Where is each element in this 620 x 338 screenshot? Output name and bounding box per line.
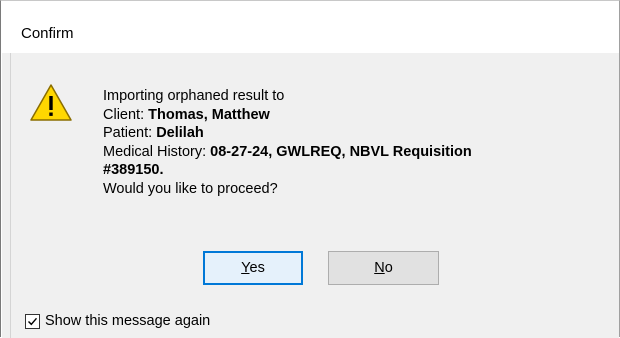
window-title: Confirm	[21, 25, 74, 42]
client-value: Thomas, Matthew	[148, 106, 270, 123]
message-line-history: Medical History: 08-27-24, GWLREQ, NBVL …	[103, 143, 603, 162]
no-button[interactable]: No	[328, 251, 439, 285]
no-button-label: No	[374, 260, 393, 276]
show-again-checkbox[interactable]	[25, 313, 40, 329]
no-mnemonic: N	[374, 260, 385, 276]
title-bar[interactable]: Confirm	[1, 1, 619, 53]
message-line-client: Client: Thomas, Matthew	[103, 106, 603, 125]
yes-button[interactable]: Yes	[203, 251, 303, 285]
yes-button-label: Yes	[241, 260, 265, 276]
message-text: Importing orphaned result to Client: Tho…	[103, 87, 603, 198]
history-label: Medical History:	[103, 143, 211, 160]
left-frame-edge	[2, 53, 11, 338]
dialog-content: Importing orphaned result to Client: Tho…	[11, 53, 619, 338]
show-again-row[interactable]: Show this message again	[25, 311, 210, 331]
history-value-cont: #389150.	[103, 162, 164, 178]
yes-label-rest: es	[249, 260, 265, 276]
checkmark-icon	[28, 317, 38, 325]
message-line-patient: Patient: Delilah	[103, 124, 603, 143]
yes-mnemonic: Y	[241, 260, 250, 276]
history-value: 08-27-24, GWLREQ, NBVL Requisition	[210, 143, 472, 160]
warning-icon	[30, 84, 72, 121]
patient-value: Delilah	[156, 125, 204, 141]
message-line-history-cont: #389150.	[103, 161, 603, 180]
message-line-question: Would you like to proceed?	[103, 180, 278, 197]
patient-label: Patient:	[103, 125, 157, 141]
no-label-rest: o	[384, 260, 393, 276]
client-label: Client:	[103, 106, 149, 123]
message-line-importing: Importing orphaned result to	[103, 88, 285, 104]
confirm-dialog-window: Confirm Importing orphaned result to Cli…	[0, 0, 620, 338]
show-again-label[interactable]: Show this message again	[45, 313, 210, 329]
